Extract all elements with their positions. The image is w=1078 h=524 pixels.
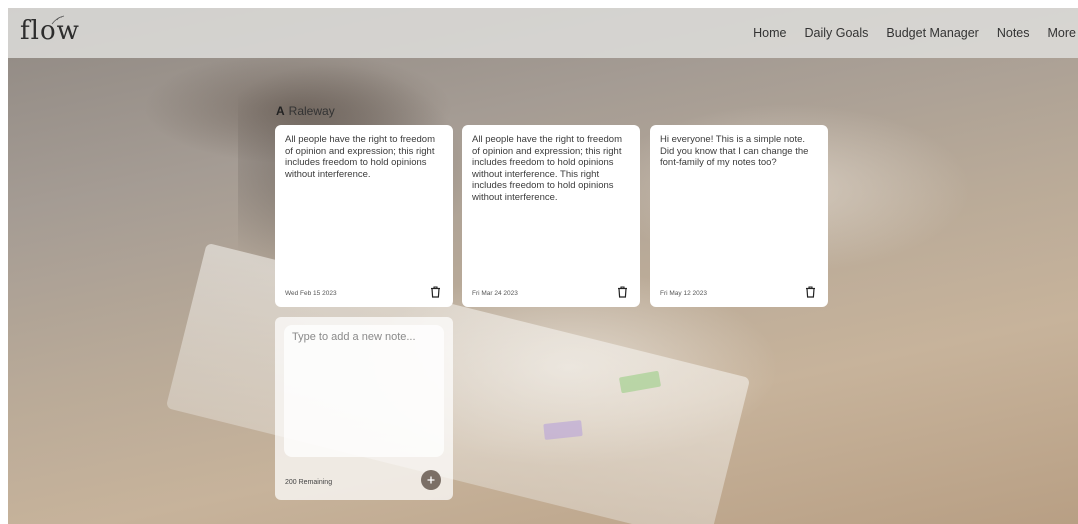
note-date: Fri May 12 2023 bbox=[660, 290, 707, 297]
font-icon: A bbox=[276, 104, 285, 118]
add-note-button[interactable] bbox=[421, 470, 441, 490]
nav-budget-manager[interactable]: Budget Manager bbox=[886, 26, 978, 40]
nav-more[interactable]: More bbox=[1048, 26, 1076, 40]
note-date: Fri Mar 24 2023 bbox=[472, 290, 518, 297]
notes-page: flow Home Daily Goals Budget Manager Not… bbox=[8, 8, 1078, 524]
new-note-card: 200 Remaining bbox=[275, 317, 453, 500]
trash-icon[interactable] bbox=[805, 286, 816, 298]
logo[interactable]: flow bbox=[20, 13, 80, 49]
note-text: All people have the right to freedom of … bbox=[472, 134, 625, 203]
nav-notes[interactable]: Notes bbox=[997, 26, 1030, 40]
note-text: Hi everyone! This is a simple note. Did … bbox=[660, 134, 812, 169]
logo-text: flow bbox=[20, 16, 80, 46]
nav-home[interactable]: Home bbox=[753, 26, 786, 40]
plus-icon bbox=[427, 476, 435, 484]
note-card: All people have the right to freedom of … bbox=[275, 125, 453, 307]
new-note-input[interactable] bbox=[284, 325, 444, 457]
main-nav: Home Daily Goals Budget Manager Notes Mo… bbox=[735, 8, 1078, 58]
navbar: flow Home Daily Goals Budget Manager Not… bbox=[8, 8, 1078, 58]
note-card: Hi everyone! This is a simple note. Did … bbox=[650, 125, 828, 307]
leaf-icon bbox=[51, 15, 65, 25]
note-card: All people have the right to freedom of … bbox=[462, 125, 640, 307]
trash-icon[interactable] bbox=[430, 286, 441, 298]
characters-remaining: 200 Remaining bbox=[285, 479, 333, 486]
note-text: All people have the right to freedom of … bbox=[285, 134, 438, 180]
note-date: Wed Feb 15 2023 bbox=[285, 290, 337, 297]
trash-icon[interactable] bbox=[617, 286, 628, 298]
font-selector[interactable]: A Raleway bbox=[276, 104, 335, 118]
nav-daily-goals[interactable]: Daily Goals bbox=[805, 26, 869, 40]
font-name: Raleway bbox=[288, 104, 335, 118]
